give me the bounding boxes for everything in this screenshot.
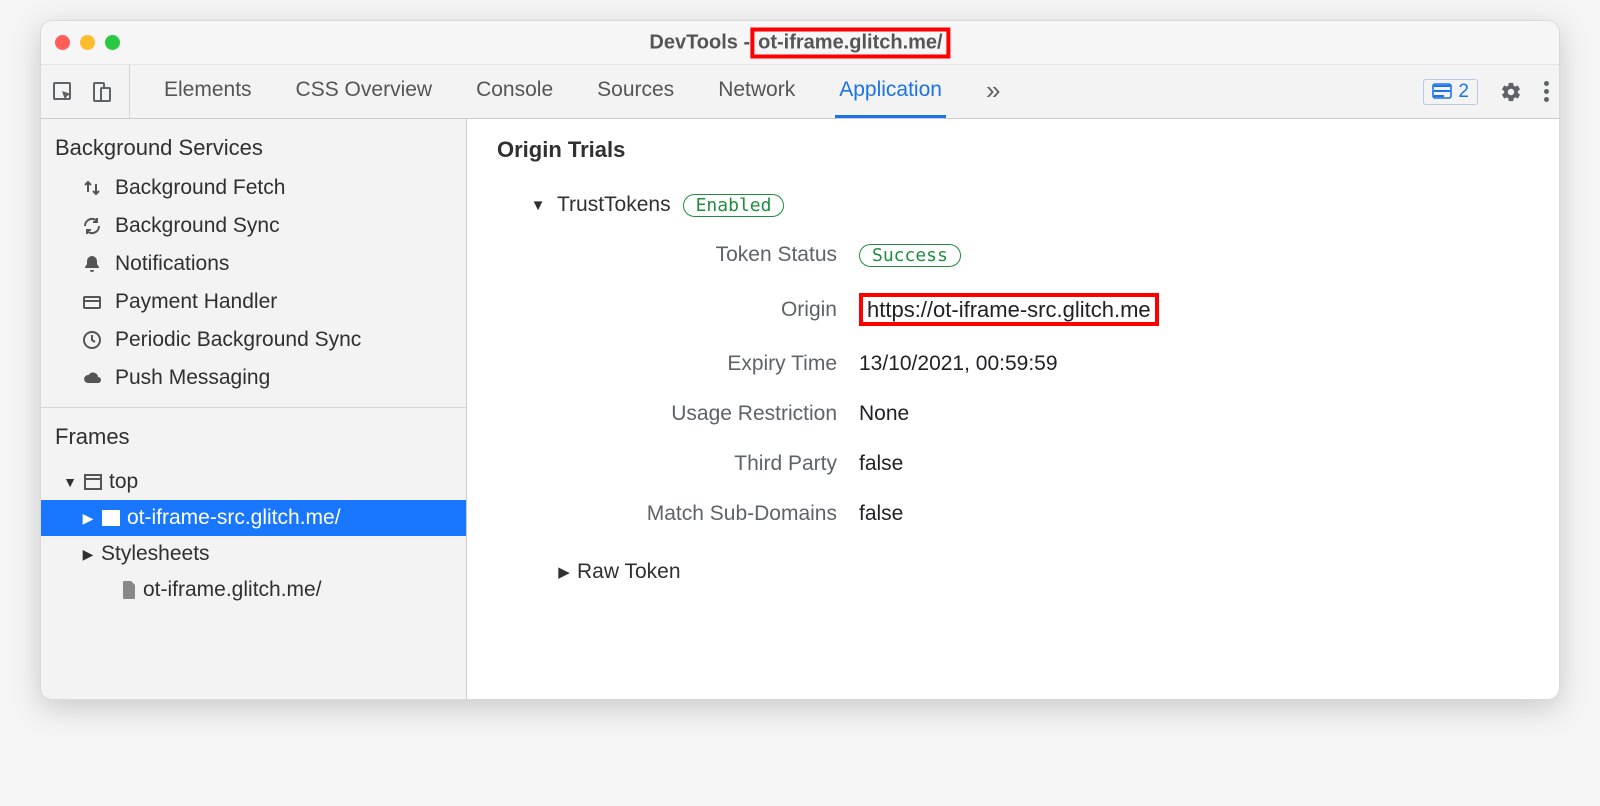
token-status-value: Success: [859, 243, 1529, 267]
card-icon: [81, 292, 103, 312]
chevron-right-icon: ▶: [81, 510, 95, 527]
bell-icon: [81, 254, 103, 274]
page-title: Origin Trials: [497, 137, 1529, 163]
updown-icon: [81, 178, 103, 198]
frame-top[interactable]: ▼ top: [41, 464, 466, 500]
sidebar-section-frames: Frames: [41, 408, 466, 458]
usage-restriction-label: Usage Restriction: [557, 402, 837, 426]
raw-token-label: Raw Token: [577, 560, 681, 584]
main-toolbar: Elements CSS Overview Console Sources Ne…: [41, 65, 1559, 119]
expiry-label: Expiry Time: [557, 352, 837, 376]
tab-css-overview[interactable]: CSS Overview: [292, 65, 437, 118]
origin-value: https://ot-iframe-src.glitch.me: [859, 293, 1529, 326]
enabled-badge: Enabled: [683, 194, 785, 217]
sidebar-section-background-services: Background Services: [41, 119, 466, 169]
match-subdomains-value: false: [859, 502, 1529, 526]
token-status-label: Token Status: [557, 243, 837, 267]
trial-name: TrustTokens: [557, 193, 671, 217]
origin-value-highlighted: https://ot-iframe-src.glitch.me: [859, 293, 1159, 326]
sidebar-item-push-messaging[interactable]: Push Messaging: [41, 359, 466, 397]
sidebar-item-label: Background Fetch: [115, 176, 285, 200]
sidebar-item-label: Push Messaging: [115, 366, 270, 390]
title-url-highlighted: ot-iframe.glitch.me/: [750, 27, 950, 58]
tabs-overflow[interactable]: »: [982, 65, 1004, 118]
tab-network[interactable]: Network: [714, 65, 799, 118]
window-controls: [55, 35, 120, 50]
title-prefix: DevTools -: [649, 31, 750, 54]
origin-label: Origin: [557, 298, 837, 322]
window-icon: [83, 473, 103, 491]
tab-elements[interactable]: Elements: [160, 65, 256, 118]
sync-icon: [81, 216, 103, 236]
sidebar-item-background-fetch[interactable]: Background Fetch: [41, 169, 466, 207]
sidebar-item-label: Periodic Background Sync: [115, 328, 361, 352]
chevron-down-icon: ▼: [63, 474, 77, 490]
frame-label: ot-iframe-src.glitch.me/: [127, 506, 341, 530]
success-badge: Success: [859, 244, 961, 267]
tab-sources[interactable]: Sources: [593, 65, 678, 118]
embed-icon: [101, 509, 121, 527]
frame-label: Stylesheets: [101, 542, 210, 566]
more-menu-icon[interactable]: [1544, 81, 1549, 102]
chevron-down-icon: ▼: [531, 197, 545, 214]
sidebar-item-payment-handler[interactable]: Payment Handler: [41, 283, 466, 321]
close-window-button[interactable]: [55, 35, 70, 50]
frame-stylesheets[interactable]: ▶ Stylesheets: [41, 536, 466, 572]
usage-restriction-value: None: [859, 402, 1529, 426]
origin-trial-row[interactable]: ▼ TrustTokens Enabled: [531, 193, 1529, 217]
third-party-value: false: [859, 452, 1529, 476]
match-subdomains-label: Match Sub-Domains: [557, 502, 837, 526]
issues-icon: [1432, 83, 1452, 101]
sidebar-item-periodic-sync[interactable]: Periodic Background Sync: [41, 321, 466, 359]
zoom-window-button[interactable]: [105, 35, 120, 50]
devtools-window: DevTools - ot-iframe.glitch.me/ Elements…: [40, 20, 1560, 700]
page-icon: [121, 580, 137, 600]
minimize-window-button[interactable]: [80, 35, 95, 50]
issues-counter[interactable]: 2: [1423, 79, 1478, 105]
device-toolbar-icon[interactable]: [89, 80, 113, 104]
frame-label: ot-iframe.glitch.me/: [143, 578, 322, 602]
frame-label: top: [109, 470, 138, 494]
third-party-label: Third Party: [557, 452, 837, 476]
clock-icon: [81, 330, 103, 350]
frame-stylesheet-item[interactable]: ot-iframe.glitch.me/: [41, 572, 466, 608]
sidebar-item-notifications[interactable]: Notifications: [41, 245, 466, 283]
main-panel: Origin Trials ▼ TrustTokens Enabled Toke…: [467, 119, 1559, 699]
sidebar: Background Services Background Fetch Bac…: [41, 119, 467, 699]
settings-gear-icon[interactable]: [1500, 81, 1522, 103]
trial-details: Token Status Success Origin https://ot-i…: [557, 243, 1529, 526]
tab-application[interactable]: Application: [835, 65, 946, 118]
titlebar: DevTools - ot-iframe.glitch.me/: [41, 21, 1559, 65]
sidebar-item-label: Notifications: [115, 252, 229, 276]
sidebar-item-background-sync[interactable]: Background Sync: [41, 207, 466, 245]
issues-count: 2: [1458, 81, 1469, 103]
window-title: DevTools - ot-iframe.glitch.me/: [649, 27, 950, 58]
raw-token-row[interactable]: ▶ Raw Token: [557, 560, 1529, 584]
sidebar-item-label: Payment Handler: [115, 290, 277, 314]
frame-selected[interactable]: ▶ ot-iframe-src.glitch.me/: [41, 500, 466, 536]
frames-tree: ▼ top ▶ ot-iframe-src.glitch.me/ ▶ Style…: [41, 458, 466, 618]
cloud-icon: [81, 368, 103, 388]
sidebar-item-label: Background Sync: [115, 214, 280, 238]
tab-console[interactable]: Console: [472, 65, 557, 118]
inspect-element-icon[interactable]: [51, 80, 75, 104]
panel-tabs: Elements CSS Overview Console Sources Ne…: [160, 65, 1413, 118]
chevron-right-icon: ▶: [557, 563, 571, 581]
expiry-value: 13/10/2021, 00:59:59: [859, 352, 1529, 376]
chevron-right-icon: ▶: [81, 546, 95, 563]
